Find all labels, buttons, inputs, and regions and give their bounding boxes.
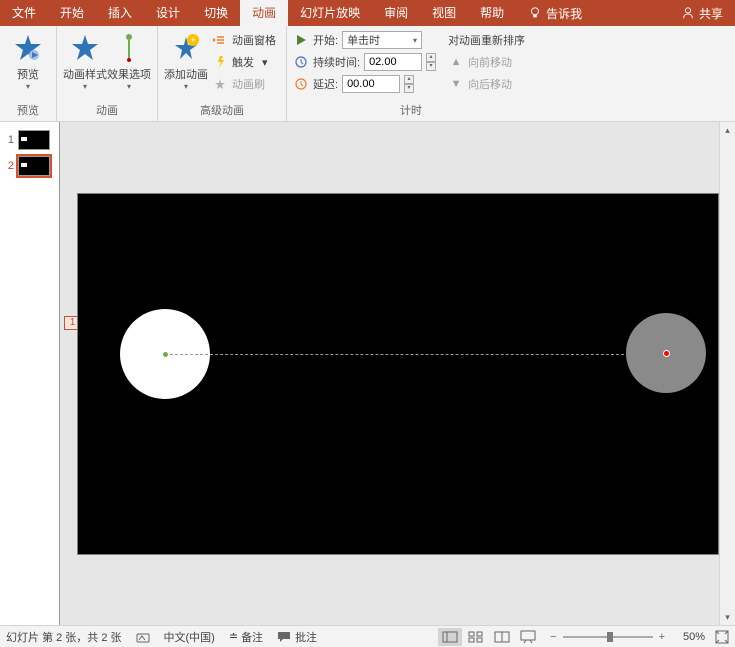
effect-options-button[interactable]: 效果选项 ▾ bbox=[107, 30, 151, 91]
slide-editor[interactable]: 1 ▴ ▾ bbox=[60, 122, 735, 625]
tab-file[interactable]: 文件 bbox=[0, 0, 48, 26]
delay-label: 延迟: bbox=[313, 76, 338, 92]
tell-me[interactable]: 告诉我 bbox=[516, 5, 594, 22]
slide-info[interactable]: 幻灯片 第 2 张，共 2 张 bbox=[6, 629, 122, 645]
duration-label: 持续时间: bbox=[313, 54, 360, 70]
group-label-preview: 预览 bbox=[0, 100, 56, 121]
duration-input[interactable] bbox=[364, 53, 422, 71]
tab-design[interactable]: 设计 bbox=[144, 0, 192, 26]
down-arrow-icon: ▼ bbox=[448, 76, 464, 92]
lightbulb-icon bbox=[528, 6, 542, 20]
spellcheck-icon bbox=[136, 630, 150, 644]
group-label-advanced: 高级动画 bbox=[158, 100, 286, 121]
zoom-control: − + 50% bbox=[550, 630, 729, 644]
tab-help[interactable]: 帮助 bbox=[468, 0, 516, 26]
clock-icon bbox=[293, 54, 309, 70]
svg-text:+: + bbox=[190, 35, 195, 45]
effect-options-icon bbox=[113, 32, 145, 64]
spellcheck-button[interactable] bbox=[136, 630, 150, 644]
share-icon bbox=[681, 6, 695, 20]
comments-button[interactable]: 批注 bbox=[277, 629, 317, 645]
animation-style-button[interactable]: 动画样式 ▾ bbox=[63, 30, 107, 91]
language[interactable]: 中文(中国) bbox=[164, 629, 215, 645]
add-animation-button[interactable]: + 添加动画 ▾ bbox=[164, 30, 208, 91]
animation-painter-button[interactable]: 动画刷 bbox=[208, 74, 280, 94]
reading-view-button[interactable] bbox=[490, 628, 514, 646]
painter-icon bbox=[212, 76, 228, 92]
delay-clock-icon bbox=[293, 76, 309, 92]
ribbon-group-preview: 预览 ▾ 预览 bbox=[0, 26, 57, 121]
thumbnail-panel: 1 2 bbox=[0, 122, 60, 625]
start-select[interactable]: 单击时▾ bbox=[342, 31, 422, 49]
add-animation-icon: + bbox=[170, 32, 202, 64]
motion-path-start-handle[interactable] bbox=[162, 351, 169, 358]
menubar: 文件 开始 插入 设计 切换 动画 幻灯片放映 审阅 视图 帮助 告诉我 共享 bbox=[0, 0, 735, 26]
zoom-in-button[interactable]: + bbox=[659, 631, 665, 643]
tab-home[interactable]: 开始 bbox=[48, 0, 96, 26]
sorter-view-button[interactable] bbox=[464, 628, 488, 646]
move-backward-button[interactable]: ▼ 向后移动 bbox=[444, 74, 529, 94]
tab-view[interactable]: 视图 bbox=[420, 0, 468, 26]
delay-input[interactable] bbox=[342, 75, 400, 93]
zoom-value[interactable]: 50% bbox=[671, 631, 705, 643]
delay-spinner[interactable]: ▴▾ bbox=[404, 75, 414, 93]
zoom-slider[interactable] bbox=[563, 636, 653, 638]
ribbon-group-timing: 开始: 单击时▾ 持续时间: ▴▾ 延迟: ▴▾ bbox=[287, 26, 535, 121]
up-arrow-icon: ▲ bbox=[448, 54, 464, 70]
start-label: 开始: bbox=[313, 32, 338, 48]
main-area: 1 2 1 ▴ ▾ bbox=[0, 122, 735, 625]
preview-button[interactable]: 预览 ▾ bbox=[6, 30, 50, 91]
play-icon bbox=[293, 32, 309, 48]
notes-button[interactable]: ≐ 备注 bbox=[229, 629, 263, 645]
status-bar: 幻灯片 第 2 张，共 2 张 中文(中国) ≐ 备注 批注 − + 50% bbox=[0, 625, 735, 647]
thumbnail-2[interactable]: 2 bbox=[0, 156, 59, 176]
ribbon: 预览 ▾ 预览 动画样式 ▾ 效果选项 ▾ 动画 bbox=[0, 26, 735, 122]
thumbnail-1[interactable]: 1 bbox=[0, 130, 59, 150]
tab-animation[interactable]: 动画 bbox=[240, 0, 288, 26]
slideshow-view-button[interactable] bbox=[516, 628, 540, 646]
motion-path-line[interactable] bbox=[170, 354, 664, 355]
group-label-timing: 计时 bbox=[287, 100, 535, 121]
animation-pane-button[interactable]: 动画窗格 bbox=[208, 30, 280, 50]
comment-icon bbox=[277, 630, 291, 644]
tab-review[interactable]: 审阅 bbox=[372, 0, 420, 26]
pane-icon bbox=[212, 32, 228, 48]
ribbon-group-advanced: + 添加动画 ▾ 动画窗格 触发 ▾ 动画刷 bbox=[158, 26, 287, 121]
fit-window-button[interactable] bbox=[715, 630, 729, 644]
zoom-out-button[interactable]: − bbox=[550, 631, 556, 643]
scroll-down-icon[interactable]: ▾ bbox=[720, 609, 735, 625]
motion-path-end-handle[interactable] bbox=[663, 350, 670, 357]
normal-view-button[interactable] bbox=[438, 628, 462, 646]
vertical-scrollbar[interactable]: ▴ ▾ bbox=[719, 122, 735, 625]
star-icon bbox=[69, 32, 101, 64]
tab-transition[interactable]: 切换 bbox=[192, 0, 240, 26]
slide-canvas[interactable] bbox=[78, 194, 718, 554]
duration-spinner[interactable]: ▴▾ bbox=[426, 53, 436, 71]
tab-insert[interactable]: 插入 bbox=[96, 0, 144, 26]
reorder-label: 对动画重新排序 bbox=[444, 30, 529, 50]
notes-icon: ≐ bbox=[229, 630, 237, 643]
trigger-icon bbox=[212, 54, 228, 70]
share-button[interactable]: 共享 bbox=[669, 5, 735, 22]
tab-slideshow[interactable]: 幻灯片放映 bbox=[288, 0, 372, 26]
move-forward-button[interactable]: ▲ 向前移动 bbox=[444, 52, 529, 72]
ribbon-group-animation: 动画样式 ▾ 效果选项 ▾ 动画 bbox=[57, 26, 158, 121]
group-label-animation: 动画 bbox=[57, 100, 157, 121]
trigger-button[interactable]: 触发 ▾ bbox=[208, 52, 280, 72]
scroll-up-icon[interactable]: ▴ bbox=[720, 122, 735, 138]
star-preview-icon bbox=[12, 32, 44, 64]
